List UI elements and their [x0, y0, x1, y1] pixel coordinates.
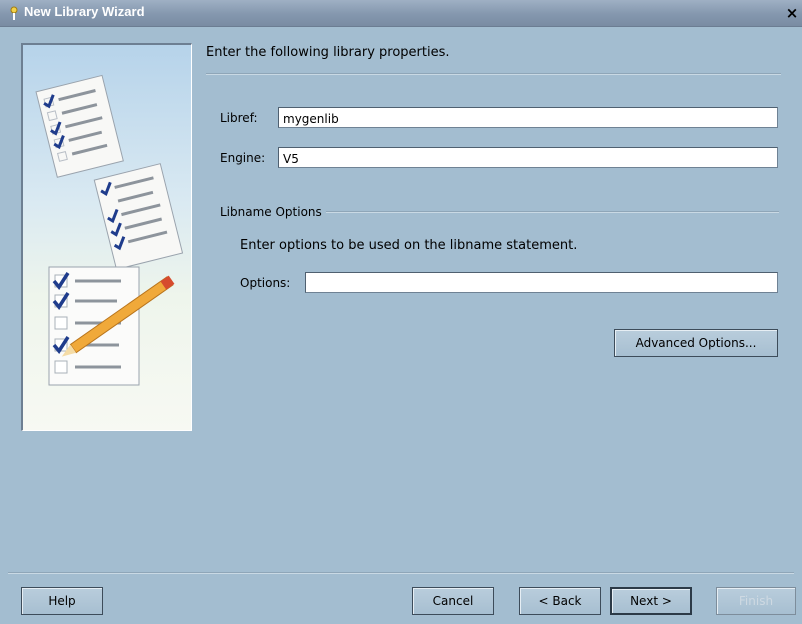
help-button[interactable]: Help [21, 587, 103, 615]
options-field[interactable] [305, 272, 778, 293]
finish-button[interactable]: Finish [716, 587, 796, 615]
back-button[interactable]: < Back [519, 587, 601, 615]
window-title: New Library Wizard [24, 4, 145, 19]
options-label: Options: [240, 276, 291, 290]
libname-options-divider [326, 211, 779, 213]
cancel-button[interactable]: Cancel [412, 587, 494, 615]
heading-divider [206, 73, 781, 75]
close-button[interactable]: × [784, 6, 800, 22]
title-bar: New Library Wizard × [0, 0, 802, 27]
libref-label: Libref: [220, 111, 258, 125]
engine-label: Engine: [220, 151, 266, 165]
close-icon: × [785, 4, 799, 22]
wizard-app-icon [10, 6, 18, 20]
wizard-illustration-panel [21, 43, 192, 431]
advanced-options-button[interactable]: Advanced Options... [614, 329, 778, 357]
libref-field[interactable]: mygenlib [278, 107, 778, 128]
page-heading: Enter the following library properties. [206, 45, 450, 60]
footer-divider [8, 572, 794, 574]
libname-instruction: Enter options to be used on the libname … [240, 238, 578, 253]
libname-options-group-label: Libname Options [220, 205, 322, 219]
checklist-illustration [35, 74, 184, 386]
engine-field[interactable]: V5 [278, 147, 778, 168]
next-button[interactable]: Next > [610, 587, 692, 615]
